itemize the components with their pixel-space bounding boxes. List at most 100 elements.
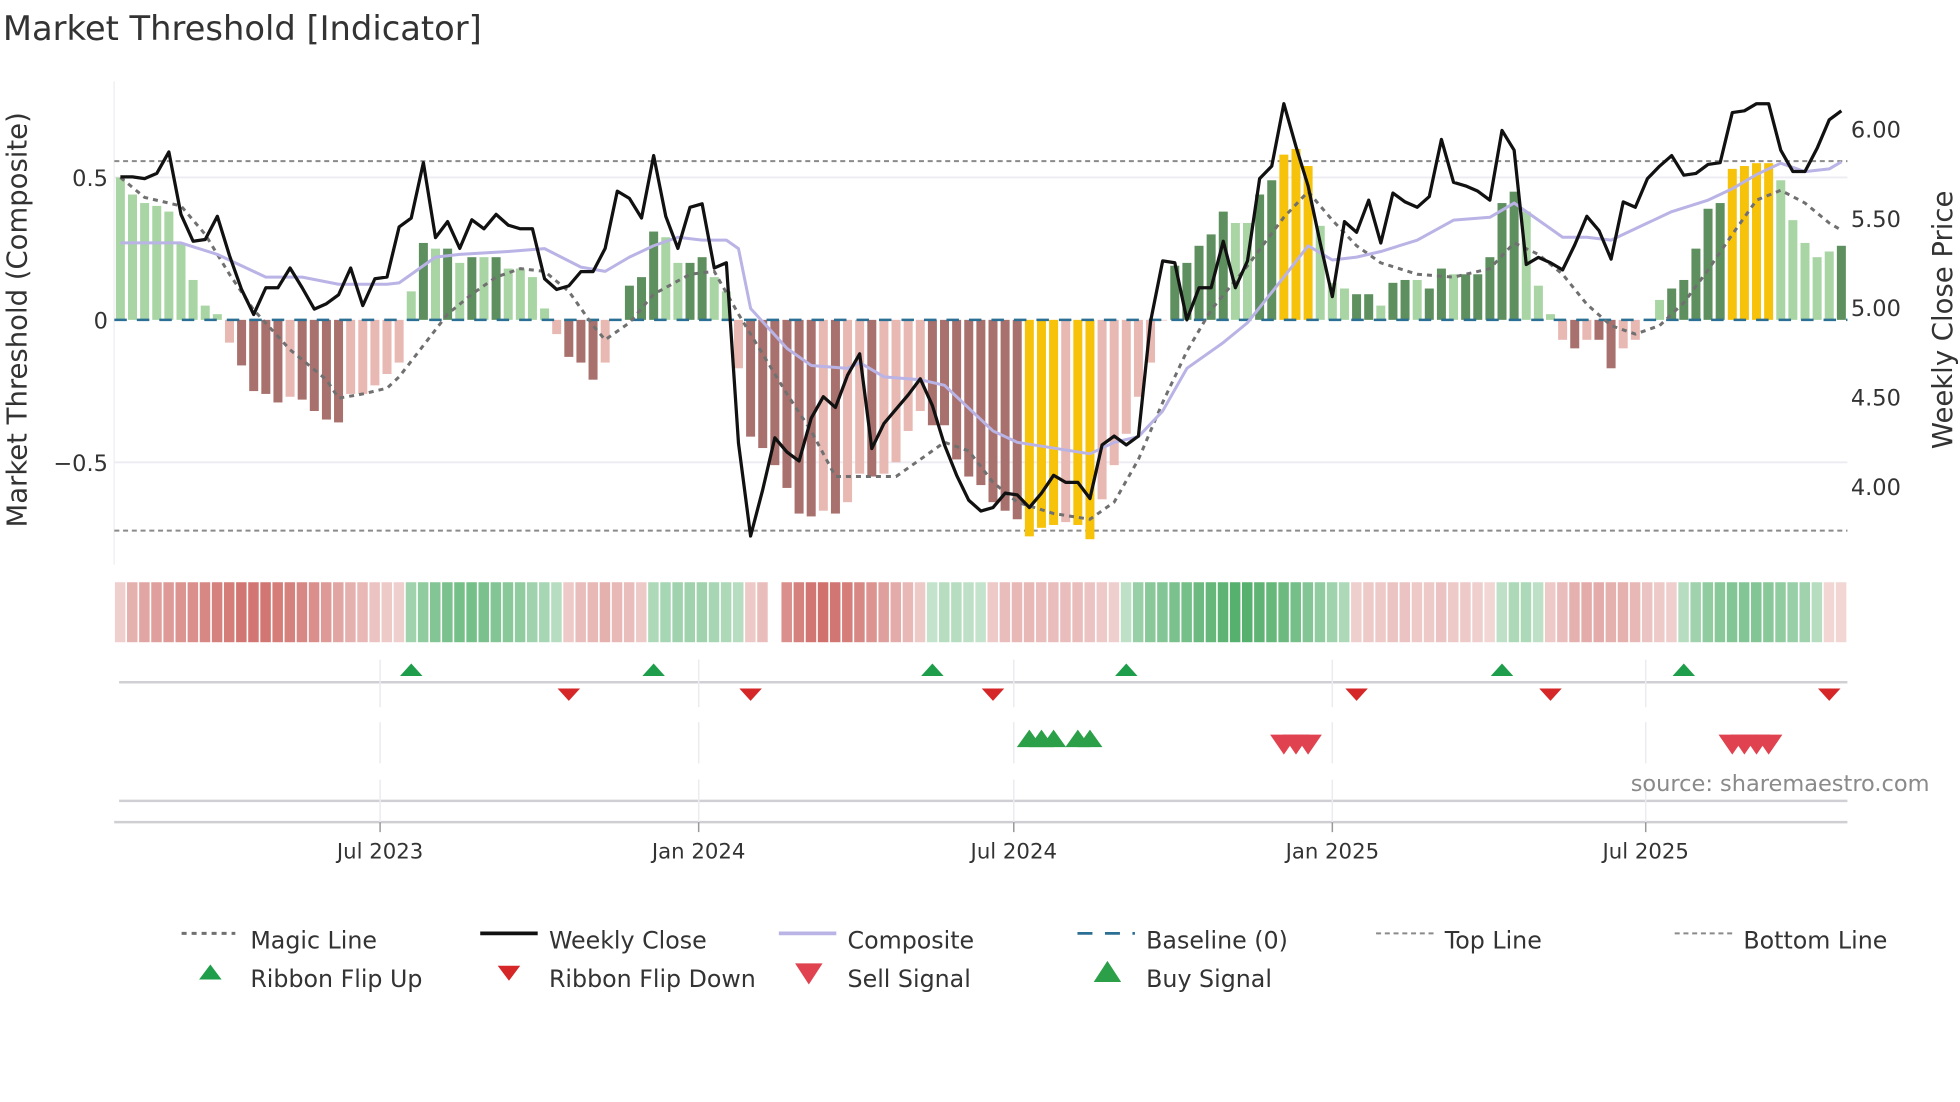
histogram-bar	[1800, 242, 1810, 320]
ribbon-cell	[1460, 582, 1471, 643]
histogram-bar	[1218, 211, 1228, 320]
ribbon-flip-down-marker	[739, 688, 762, 701]
ribbon-cell	[393, 582, 405, 643]
ribbon-cell	[1363, 582, 1374, 643]
histogram-bar	[1400, 279, 1410, 320]
ribbon-cell	[345, 582, 356, 643]
legend-item-close: Weekly Close	[480, 926, 707, 954]
ribbon-cell	[1823, 582, 1835, 643]
right-axis-label: Weekly Close Price	[1927, 191, 1959, 449]
histogram-bar	[237, 319, 247, 366]
histogram-bar	[1739, 166, 1749, 320]
ribbon-cell	[187, 582, 199, 643]
histogram-bar	[1133, 319, 1143, 397]
ribbon-cell	[1205, 582, 1217, 643]
ribbon-cell	[551, 582, 562, 643]
legend-label: Composite	[848, 926, 975, 954]
ribbon-cell	[526, 582, 538, 643]
ribbon-cell	[1654, 582, 1665, 643]
histogram-bar	[552, 319, 562, 335]
legend-label: Baseline (0)	[1146, 926, 1288, 954]
histogram-bar	[879, 319, 889, 474]
ribbon-cell	[1399, 582, 1411, 643]
ribbon-cell	[1035, 582, 1047, 643]
x-tick-label: Jul 2023	[335, 839, 423, 864]
ribbon-cell	[939, 582, 950, 643]
histogram-bar	[1570, 319, 1580, 349]
right-tick-label: 4.00	[1851, 475, 1901, 501]
legend-item-bottom: Bottom Line	[1674, 926, 1887, 954]
histogram-bar	[1339, 288, 1349, 320]
left-tick-label: −0.5	[53, 451, 108, 477]
legend-item-magic: Magic Line	[181, 926, 377, 954]
ribbon-cell	[781, 582, 792, 643]
x-tick-label: Jan 2025	[1284, 839, 1380, 864]
histogram-bar	[1449, 274, 1459, 320]
ribbon-cell	[139, 582, 150, 643]
legend-label: Weekly Close	[549, 926, 707, 954]
ribbon-cell	[636, 582, 647, 643]
ribbon-cell	[1787, 582, 1798, 643]
ribbon-cell	[1181, 582, 1192, 643]
legend: Magic Line Weekly Close Composite Baseline …	[181, 926, 1887, 993]
x-tick-label: Jul 2024	[969, 839, 1057, 864]
legend-item-top: Top Line	[1376, 926, 1542, 954]
ribbon-cell	[648, 582, 659, 643]
legend-item-flip-up: Ribbon Flip Up	[199, 964, 422, 993]
histogram-bar	[1255, 194, 1265, 320]
ribbon-cell	[599, 582, 611, 643]
legend-label: Top Line	[1444, 926, 1542, 954]
histogram-bar	[188, 279, 198, 320]
left-tick-label: 0.5	[72, 166, 108, 192]
ribbon-cell	[708, 582, 720, 643]
ribbon-cell	[1217, 582, 1229, 643]
histogram-bar	[746, 319, 756, 437]
histogram-bar	[733, 319, 743, 369]
ribbon-cell	[684, 582, 696, 643]
histogram-bar	[1582, 319, 1592, 340]
histogram-bar	[249, 319, 259, 392]
ribbon-cell	[1666, 582, 1677, 643]
histogram-bar	[1012, 319, 1022, 520]
histogram-bar	[1121, 319, 1131, 434]
ribbon-cell	[1690, 582, 1701, 643]
legend-label: Buy Signal	[1146, 965, 1272, 993]
histogram-bar	[600, 319, 610, 363]
histogram-bar	[418, 242, 428, 320]
histogram-bar	[1558, 319, 1568, 340]
histogram-bar	[976, 319, 986, 486]
histogram-bar	[455, 262, 465, 320]
ribbon-cell	[1242, 582, 1253, 643]
ribbon-cell	[1072, 582, 1083, 643]
ribbon-cell	[1520, 582, 1532, 643]
histogram-bar	[1533, 285, 1543, 320]
ribbon-cell	[466, 582, 477, 643]
histogram-bar	[382, 319, 392, 374]
ribbon-cell	[1266, 582, 1277, 643]
ribbon-cell	[1375, 582, 1386, 643]
histogram-bar	[285, 319, 295, 397]
ribbon-cell	[1411, 582, 1423, 643]
chart-title: Market Threshold [Indicator]	[3, 9, 482, 48]
histogram-bar	[1764, 163, 1774, 320]
histogram-bar	[1630, 319, 1640, 340]
ribbon-cell	[732, 582, 744, 643]
ribbon-cell	[248, 582, 259, 643]
histogram-bar	[1049, 319, 1059, 525]
legend-item-baseline: Baseline (0)	[1077, 926, 1288, 954]
legend-label: Magic Line	[250, 926, 377, 954]
ribbon-cell	[902, 582, 914, 643]
histogram-bar	[843, 319, 853, 503]
ribbon-cell	[854, 582, 865, 643]
ribbon-cell	[1751, 582, 1762, 643]
histogram-bar	[540, 308, 550, 320]
legend-item-buy: Buy Signal	[1093, 960, 1272, 993]
ribbon-cell	[951, 582, 962, 643]
ribbon-cell	[1060, 582, 1071, 643]
ribbon-cell	[999, 582, 1011, 643]
ribbon-cell	[1193, 582, 1205, 643]
ribbon-cell	[454, 582, 465, 643]
ribbon-cell	[272, 582, 283, 643]
histogram-bar	[128, 194, 138, 320]
histogram-bar	[309, 319, 319, 412]
